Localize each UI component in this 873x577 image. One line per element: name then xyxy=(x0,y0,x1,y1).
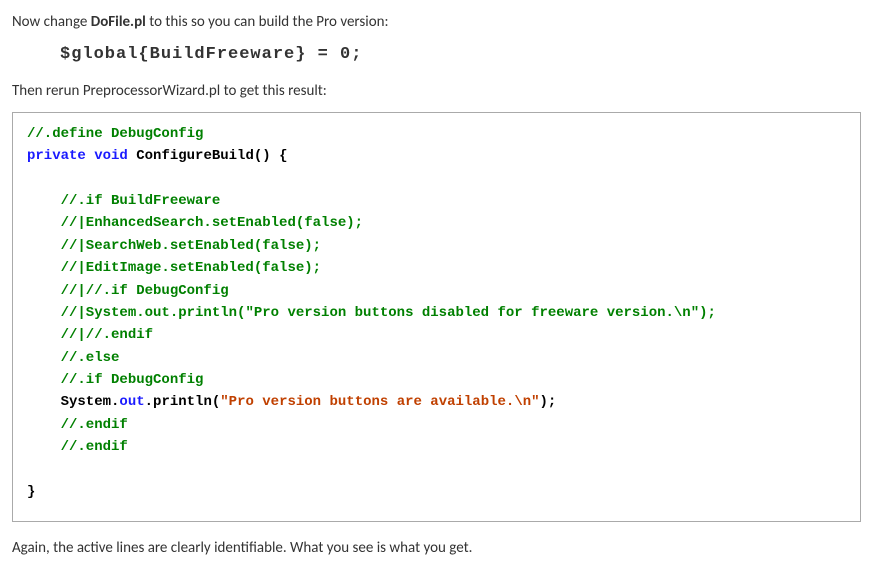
code-line: //.endif xyxy=(27,417,128,433)
code-line: //|EnhancedSearch.setEnabled(false); xyxy=(27,215,363,231)
code-line: //.if BuildFreeware xyxy=(27,193,220,209)
code-space xyxy=(86,148,94,164)
code-ident: System xyxy=(27,394,111,410)
code-line: //|EditImage.setEnabled(false); xyxy=(27,260,321,276)
code-line: //|//.endif xyxy=(27,327,153,343)
rerun-post: to get this result: xyxy=(220,82,327,100)
code-punct: () { xyxy=(254,148,288,164)
outro-paragraph: Again, the active lines are clearly iden… xyxy=(12,538,861,559)
code-line: //.if DebugConfig xyxy=(27,372,203,388)
rerun-pre: Then rerun xyxy=(12,82,83,100)
code-keyword: void xyxy=(94,148,128,164)
code-keyword: private xyxy=(27,148,86,164)
code-ident: out xyxy=(119,394,144,410)
intro-pre: Now change xyxy=(12,13,91,31)
code-line: //|//.if DebugConfig xyxy=(27,283,229,299)
rerun-tool: PreprocessorWizard.pl xyxy=(83,82,220,100)
code-punct: ); xyxy=(699,305,716,321)
global-assignment: $global{BuildFreeware} = 0; xyxy=(60,43,861,67)
code-line: //.endif xyxy=(27,439,128,455)
rerun-paragraph: Then rerun PreprocessorWizard.pl to get … xyxy=(12,81,861,102)
code-block: //.define DebugConfig private void Confi… xyxy=(12,112,861,523)
code-punct: ); xyxy=(540,394,557,410)
intro-post: to this so you can build the Pro version… xyxy=(146,13,389,31)
code-line: //.define DebugConfig xyxy=(27,126,203,142)
code-punct: ( xyxy=(212,394,220,410)
code-ident: println xyxy=(153,394,212,410)
intro-paragraph: Now change DoFile.pl to this so you can … xyxy=(12,12,861,33)
code-ident: ConfigureBuild xyxy=(136,148,254,164)
code-line: //|System.out.println( xyxy=(27,305,245,321)
code-space xyxy=(128,148,136,164)
code-string: "Pro version buttons are available.\n" xyxy=(220,394,539,410)
code-line: //.else xyxy=(27,350,119,366)
intro-filename: DoFile.pl xyxy=(91,13,146,31)
code-punct: . xyxy=(145,394,153,410)
code-line: //|SearchWeb.setEnabled(false); xyxy=(27,238,321,254)
code-string: "Pro version buttons disabled for freewa… xyxy=(245,305,699,321)
code-punct: } xyxy=(27,484,35,500)
